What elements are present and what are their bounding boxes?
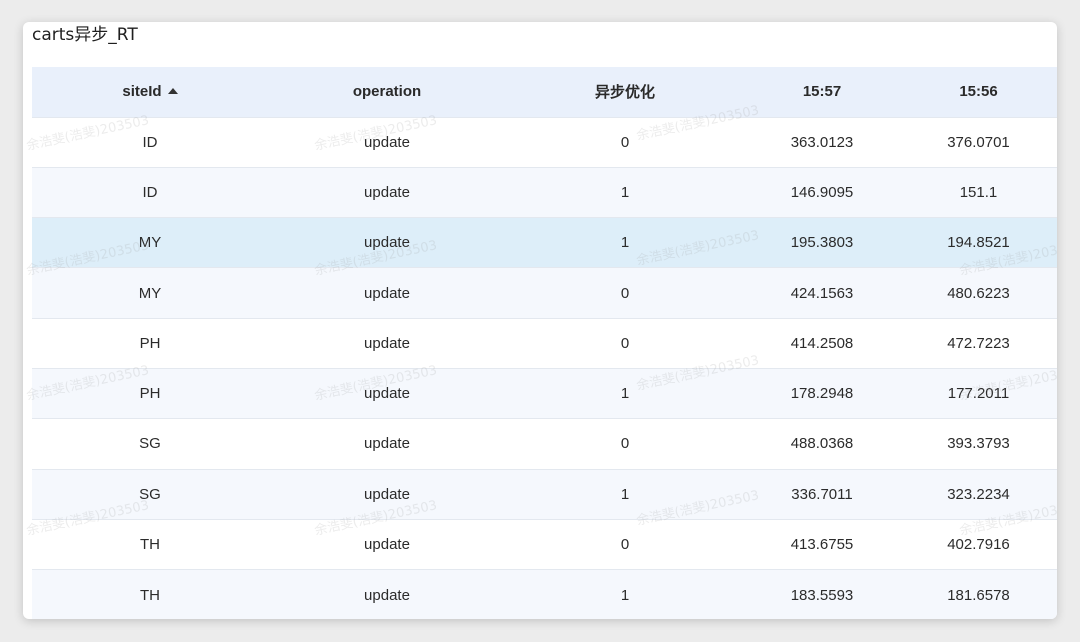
cell-async-optimization: 1 [620, 485, 630, 503]
cell-1556: 194.8521 [947, 234, 1010, 252]
column-header-label: operation [352, 83, 422, 101]
cell-operation: update [364, 334, 410, 352]
cell-1557: 336.7011 [791, 485, 853, 503]
column-header-label: siteId [122, 83, 162, 101]
cell-async-optimization: 1 [620, 586, 630, 604]
table-row[interactable]: PH update 1 178.2948 177.2011 [32, 368, 1057, 419]
table-row[interactable]: PH update 0 414.2508 472.7223 [32, 318, 1057, 369]
table-row-hovered[interactable]: MY update 1 195.3803 194.8521 [32, 217, 1057, 268]
cell-operation: update [364, 133, 410, 151]
table-body: ID update 0 363.0123 376.0701 ID update … [32, 117, 1057, 619]
cell-operation: update [364, 586, 410, 604]
cell-async-optimization: 0 [620, 435, 630, 453]
cell-1557: 488.0368 [790, 435, 854, 453]
cell-siteid: TH [140, 536, 160, 554]
column-header-siteid[interactable]: siteId [32, 67, 268, 117]
cell-siteid: TH [140, 586, 160, 604]
cell-siteid: MY [138, 284, 162, 302]
column-header-label: 15:57 [802, 83, 842, 101]
table-row[interactable]: SG update 0 488.0368 393.3793 [32, 418, 1057, 470]
cell-operation: update [364, 435, 410, 453]
cell-1557: 178.2948 [790, 385, 854, 403]
table-row[interactable]: ID update 0 363.0123 376.0701 [32, 117, 1057, 168]
cell-async-optimization: 1 [620, 183, 630, 201]
table-row[interactable]: MY update 0 424.1563 480.6223 [32, 267, 1057, 319]
cell-async-optimization: 0 [620, 133, 630, 151]
cell-async-optimization: 0 [620, 284, 630, 302]
column-header-1557[interactable]: 15:57 [744, 67, 900, 117]
column-header-async-optimization[interactable]: 异步优化 [506, 67, 744, 117]
cell-operation: update [364, 183, 410, 201]
cell-1556: 480.6223 [947, 284, 1010, 302]
cell-siteid: SG [139, 435, 161, 453]
cell-1557: 195.3803 [790, 234, 854, 252]
cell-1557: 424.1563 [790, 284, 854, 302]
cell-siteid: ID [142, 183, 158, 201]
cell-async-optimization: 1 [620, 385, 630, 403]
cell-1556: 472.7223 [947, 334, 1010, 352]
cell-siteid: PH [139, 385, 161, 403]
carts-async-rt-panel: carts异步_RT siteId operation 异步优化 15:57 1… [23, 22, 1057, 619]
cell-async-optimization: 1 [620, 234, 630, 252]
table-row[interactable]: SG update 1 336.7011 323.2234 [32, 469, 1057, 520]
cell-1557: 146.9095 [790, 183, 854, 201]
cell-1557: 183.5593 [790, 586, 854, 604]
data-table: siteId operation 异步优化 15:57 15:56 ID upd… [32, 67, 1057, 619]
table-row[interactable]: ID update 1 146.9095 151.1 [32, 167, 1057, 218]
cell-1557: 363.0123 [790, 133, 854, 151]
cell-async-optimization: 0 [620, 536, 630, 554]
cell-operation: update [364, 234, 410, 252]
table-row[interactable]: TH update 1 183.5593 181.6578 [32, 569, 1057, 619]
cell-siteid: ID [142, 133, 158, 151]
cell-1557: 413.6755 [790, 536, 854, 554]
column-header-operation[interactable]: operation [268, 67, 506, 117]
cell-operation: update [364, 284, 410, 302]
cell-1557: 414.2508 [790, 334, 854, 352]
table-row[interactable]: TH update 0 413.6755 402.7916 [32, 519, 1057, 570]
column-header-1556[interactable]: 15:56 [900, 67, 1057, 117]
sort-ascending-icon[interactable] [167, 88, 178, 95]
cell-1556: 151.1 [959, 183, 998, 201]
column-header-label: 15:56 [959, 83, 998, 101]
cell-operation: update [364, 385, 410, 403]
cell-1556: 376.0701 [947, 133, 1010, 151]
cell-1556: 393.3793 [947, 435, 1010, 453]
cell-operation: update [364, 485, 410, 503]
cell-1556: 402.7916 [947, 536, 1010, 554]
cell-operation: update [364, 536, 410, 554]
table-header-row: siteId operation 异步优化 15:57 15:56 [32, 67, 1057, 117]
cell-1556: 323.2234 [947, 485, 1010, 503]
cell-1556: 177.2011 [947, 385, 1010, 403]
cell-1556: 181.6578 [947, 586, 1010, 604]
column-header-label: 异步优化 [594, 84, 655, 102]
cell-siteid: SG [139, 485, 161, 503]
cell-siteid: PH [139, 334, 161, 352]
cell-async-optimization: 0 [620, 334, 630, 352]
panel-title: carts异步_RT [32, 25, 138, 45]
cell-siteid: MY [138, 234, 162, 252]
